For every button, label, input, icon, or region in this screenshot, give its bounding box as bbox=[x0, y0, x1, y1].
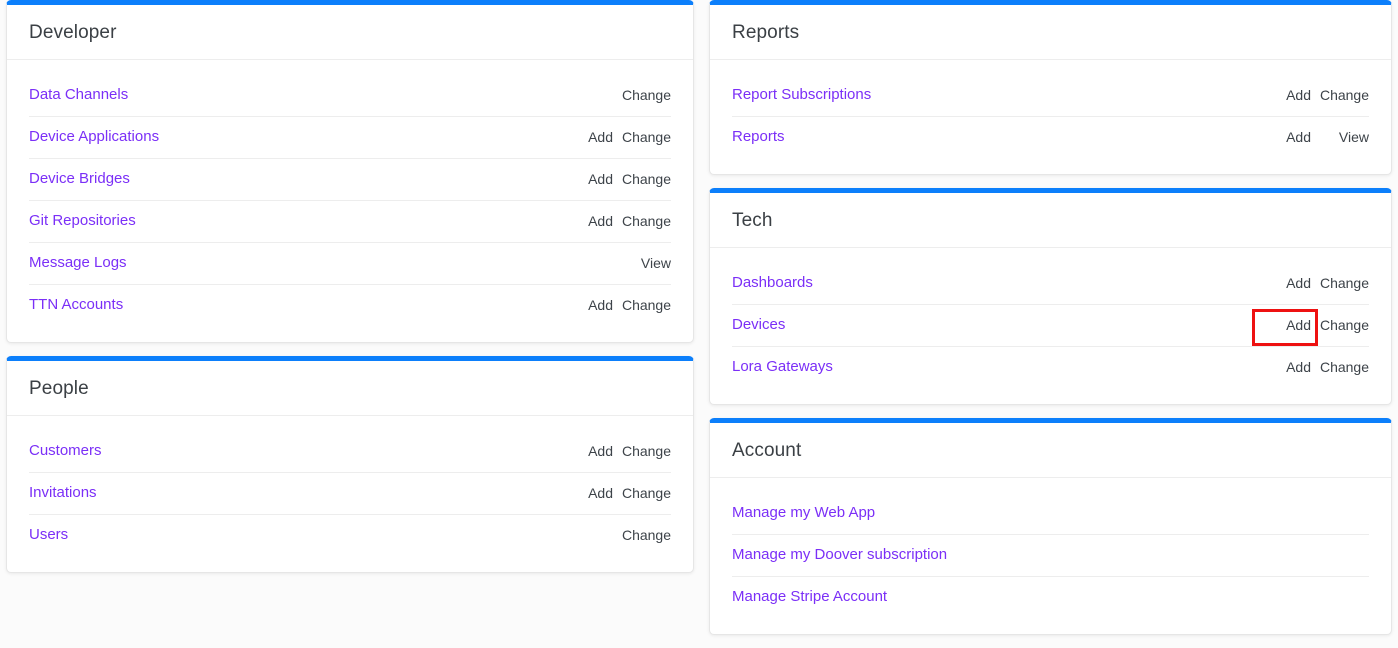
change-link-dashboards[interactable]: Change bbox=[1311, 275, 1369, 292]
model-link-ttn-accounts[interactable]: TTN Accounts bbox=[29, 296, 551, 314]
row-actions: Add Change bbox=[1249, 275, 1369, 292]
panel-header-developer: Developer bbox=[7, 5, 693, 60]
panel-title: Account bbox=[732, 440, 802, 461]
change-link-ttn-accounts[interactable]: Change bbox=[613, 297, 671, 314]
panel-body-account: Manage my Web App Manage my Doover subscr… bbox=[710, 478, 1391, 634]
model-row: Customers Add Change bbox=[7, 430, 693, 472]
panel-title: Reports bbox=[732, 22, 800, 43]
row-actions: Change bbox=[551, 87, 671, 104]
change-link-lora-gateways[interactable]: Change bbox=[1311, 359, 1369, 376]
model-row: Device Applications Add Change bbox=[7, 116, 693, 158]
panel-title: People bbox=[29, 378, 89, 399]
row-actions: View bbox=[551, 255, 671, 272]
change-link-users[interactable]: Change bbox=[613, 527, 671, 544]
change-link-customers[interactable]: Change bbox=[613, 443, 671, 460]
model-row: Devices Add Change bbox=[710, 304, 1391, 346]
change-link-device-bridges[interactable]: Change bbox=[613, 171, 671, 188]
row-actions: Add Change bbox=[551, 297, 671, 314]
model-link-manage-stripe-account[interactable]: Manage Stripe Account bbox=[732, 588, 1249, 606]
row-actions: Add Change bbox=[1249, 317, 1369, 334]
model-link-git-repositories[interactable]: Git Repositories bbox=[29, 212, 551, 230]
panel-header-people: People bbox=[7, 361, 693, 416]
panel-title: Developer bbox=[29, 22, 117, 43]
model-link-manage-my-web-app[interactable]: Manage my Web App bbox=[732, 504, 1249, 522]
model-row: Lora Gateways Add Change bbox=[710, 346, 1391, 388]
model-row: Manage my Doover subscription bbox=[710, 534, 1391, 576]
row-actions: Change bbox=[551, 527, 671, 544]
panel-body-developer: Data Channels Change Device Applications Ad… bbox=[7, 60, 693, 342]
row-actions: Add Change bbox=[551, 213, 671, 230]
view-link-reports[interactable]: View bbox=[1311, 129, 1369, 146]
panel-body-tech: Dashboards Add Change Devices Add Change Lora … bbox=[710, 248, 1391, 404]
model-row: Report Subscriptions Add Change bbox=[710, 74, 1391, 116]
model-link-message-logs[interactable]: Message Logs bbox=[29, 254, 551, 272]
row-actions: Add Change bbox=[551, 129, 671, 146]
add-link-git-repositories[interactable]: Add bbox=[551, 213, 613, 230]
model-row: Dashboards Add Change bbox=[710, 262, 1391, 304]
model-link-devices[interactable]: Devices bbox=[732, 316, 1249, 334]
change-link-devices[interactable]: Change bbox=[1311, 317, 1369, 334]
model-row: Manage my Web App bbox=[710, 492, 1391, 534]
model-row: Data Channels Change bbox=[7, 74, 693, 116]
panel-reports: Reports Report Subscriptions Add Change Repo… bbox=[709, 0, 1392, 175]
panel-title: Tech bbox=[732, 210, 773, 231]
model-row: TTN Accounts Add Change bbox=[7, 284, 693, 326]
row-actions: Add Change bbox=[551, 443, 671, 460]
row-actions: Add Change bbox=[1249, 359, 1369, 376]
model-link-customers[interactable]: Customers bbox=[29, 442, 551, 460]
view-link-message-logs[interactable]: View bbox=[613, 255, 671, 272]
change-link-git-repositories[interactable]: Change bbox=[613, 213, 671, 230]
change-link-invitations[interactable]: Change bbox=[613, 485, 671, 502]
model-row: Invitations Add Change bbox=[7, 472, 693, 514]
row-actions: Add Change bbox=[551, 171, 671, 188]
model-row: Message Logs View bbox=[7, 242, 693, 284]
add-link-device-bridges[interactable]: Add bbox=[551, 171, 613, 188]
panel-people: People Customers Add Change Invitations Add Ch… bbox=[6, 356, 694, 573]
panel-account: Account Manage my Web App Manage my Doover… bbox=[709, 418, 1392, 635]
row-actions: Add Change bbox=[551, 485, 671, 502]
add-link-invitations[interactable]: Add bbox=[551, 485, 613, 502]
model-link-reports[interactable]: Reports bbox=[732, 128, 1249, 146]
add-link-reports[interactable]: Add bbox=[1249, 129, 1311, 146]
add-link-devices[interactable]: Add bbox=[1249, 317, 1311, 334]
add-link-dashboards[interactable]: Add bbox=[1249, 275, 1311, 292]
panel-header-reports: Reports bbox=[710, 5, 1391, 60]
change-link-data-channels[interactable]: Change bbox=[613, 87, 671, 104]
add-link-customers[interactable]: Add bbox=[551, 443, 613, 460]
panel-body-reports: Report Subscriptions Add Change Reports Add V… bbox=[710, 60, 1391, 174]
admin-index-page: Developer Data Channels Change Device Appli… bbox=[0, 0, 1398, 635]
model-row: Device Bridges Add Change bbox=[7, 158, 693, 200]
change-link-report-subscriptions[interactable]: Change bbox=[1311, 87, 1369, 104]
add-link-lora-gateways[interactable]: Add bbox=[1249, 359, 1311, 376]
model-row: Reports Add View bbox=[710, 116, 1391, 158]
model-link-device-bridges[interactable]: Device Bridges bbox=[29, 170, 551, 188]
model-link-invitations[interactable]: Invitations bbox=[29, 484, 551, 502]
panel-header-tech: Tech bbox=[710, 193, 1391, 248]
add-link-report-subscriptions[interactable]: Add bbox=[1249, 87, 1311, 104]
panel-body-people: Customers Add Change Invitations Add Change Us… bbox=[7, 416, 693, 572]
model-link-dashboards[interactable]: Dashboards bbox=[732, 274, 1249, 292]
right-column: Reports Report Subscriptions Add Change Repo… bbox=[709, 0, 1392, 648]
model-row: Git Repositories Add Change bbox=[7, 200, 693, 242]
model-link-manage-my-doover-subscription[interactable]: Manage my Doover subscription bbox=[732, 546, 1249, 564]
model-row: Users Change bbox=[7, 514, 693, 556]
panel-developer: Developer Data Channels Change Device Appli… bbox=[6, 0, 694, 343]
row-actions: Add Change bbox=[1249, 87, 1369, 104]
change-link-device-applications[interactable]: Change bbox=[613, 129, 671, 146]
model-link-report-subscriptions[interactable]: Report Subscriptions bbox=[732, 86, 1249, 104]
panel-header-account: Account bbox=[710, 423, 1391, 478]
add-link-device-applications[interactable]: Add bbox=[551, 129, 613, 146]
model-row: Manage Stripe Account bbox=[710, 576, 1391, 618]
row-actions: Add View bbox=[1249, 129, 1369, 146]
left-column: Developer Data Channels Change Device Appli… bbox=[6, 0, 694, 586]
model-link-lora-gateways[interactable]: Lora Gateways bbox=[732, 358, 1249, 376]
add-link-ttn-accounts[interactable]: Add bbox=[551, 297, 613, 314]
model-link-device-applications[interactable]: Device Applications bbox=[29, 128, 551, 146]
panel-tech: Tech Dashboards Add Change Devices Add Change L… bbox=[709, 188, 1392, 405]
model-link-data-channels[interactable]: Data Channels bbox=[29, 86, 551, 104]
model-link-users[interactable]: Users bbox=[29, 526, 551, 544]
